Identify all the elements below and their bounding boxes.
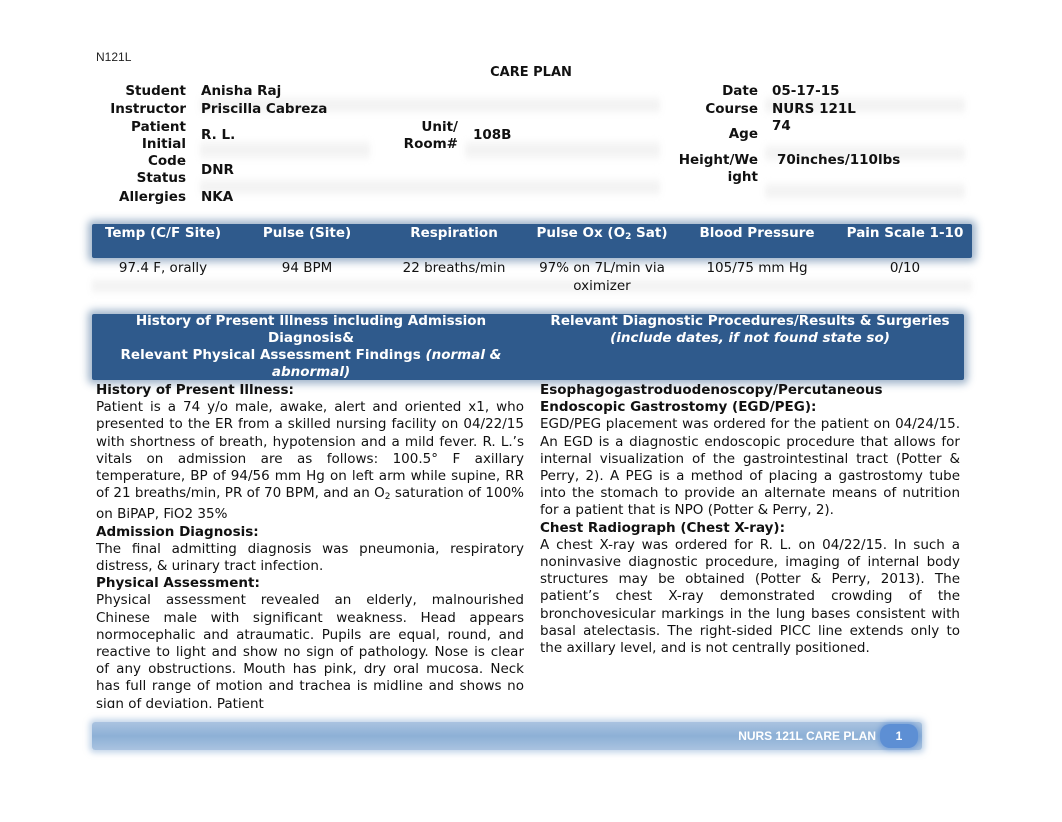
document-code: N121L [96, 50, 132, 64]
shade [200, 178, 660, 196]
date-value: 05-17-15 [772, 83, 840, 99]
hpi-title: History of Present Illness: [96, 382, 294, 398]
header-line: History of Present Illness including Adm… [135, 313, 487, 346]
instructor-label: Instructor [110, 101, 186, 117]
physical-assessment-title: Physical Assessment: [96, 575, 260, 592]
admission-diagnosis-text: The final admitting diagnosis was pneumo… [96, 540, 524, 575]
vitals-header-respiration: Respiration [410, 225, 498, 241]
header-text: Pulse Ox (O [536, 225, 626, 241]
vitals-value-bp: 105/75 mm Hg [706, 260, 808, 276]
age-value: 74 [772, 118, 791, 134]
page-number: 1 [880, 724, 918, 748]
right-column: Esophagogastroduodenoscopy/Percutaneous … [540, 382, 960, 657]
vitals-value-pulse: 94 BPM [281, 260, 333, 276]
vitals-value-temp: 97.4 F, orally [118, 260, 208, 276]
page-title: CARE PLAN [490, 65, 572, 80]
egd-text: EGD/PEG placement was ordered for the pa… [540, 416, 960, 519]
course-value: NURS 121L [772, 101, 856, 117]
unit-room-value: 108B [473, 127, 512, 143]
label-line: Height/We [678, 152, 758, 168]
vitals-header-temp: Temp (C/F Site) [104, 225, 222, 241]
egd-title: Esophagogastroduodenoscopy/Percutaneous … [540, 382, 883, 416]
admission-diagnosis-title: Admission Diagnosis: [96, 523, 259, 540]
header-line: Relevant Physical Assessment Findings (n… [96, 347, 526, 381]
student-label: Student [125, 83, 186, 99]
header-text: Sat) [631, 225, 668, 241]
course-label: Course [705, 101, 758, 117]
vitals-value-pulse-ox: 97% on 7L/min via oximizer [539, 260, 665, 294]
patient-initial-value: R. L. [201, 127, 236, 143]
physical-assessment-text: Physical assessment revealed an elderly,… [96, 592, 524, 708]
height-weight-label: Height/We ight [640, 152, 758, 186]
left-section-header: History of Present Illness including Adm… [96, 313, 526, 381]
instructor-value: Priscilla Cabreza [201, 101, 328, 117]
header-line: Relevant Diagnostic Procedures/Results &… [550, 313, 950, 329]
vitals-header-pain: Pain Scale 1-10 [846, 225, 964, 241]
date-label: Date [722, 83, 758, 99]
age-label: Age [728, 126, 758, 142]
unit-room-label: Unit/ Room# [360, 119, 458, 153]
label-line: Unit/ [421, 119, 458, 135]
student-value: Anisha Raj [201, 83, 282, 99]
left-column: History of Present Illness: Patient is a… [96, 382, 524, 708]
vitals-header-pulse-ox: Pulse Ox (O2 Sat) [528, 225, 676, 246]
footer-text: NURS 121L CARE PLAN [738, 729, 876, 743]
height-weight-value: 70inches/110lbs [777, 152, 901, 168]
label-line: Room# [403, 136, 458, 152]
code-status-value: DNR [201, 162, 234, 178]
patient-initial-label: Patient Initial [90, 119, 186, 153]
header-text: Relevant Physical Assessment Findings [120, 347, 426, 363]
vitals-value-respiration: 22 breaths/min [402, 260, 506, 276]
header-italic: (include dates, if not found state so) [610, 330, 890, 346]
shade [765, 182, 965, 200]
right-section-header: Relevant Diagnostic Procedures/Results &… [540, 313, 960, 347]
allergies-label: Allergies [119, 189, 186, 205]
label-line: Code [147, 153, 186, 169]
label-line: Patient [131, 119, 186, 135]
label-line: Initial [141, 136, 186, 152]
chest-xray-title: Chest Radiograph (Chest X-ray): [540, 519, 786, 536]
vitals-header-bp: Blood Pressure [699, 225, 815, 241]
allergies-value: NKA [201, 189, 234, 205]
chest-xray-text: A chest X-ray was ordered for R. L. on 0… [540, 536, 960, 657]
label-line: Status [136, 170, 186, 186]
code-status-label: Code Status [90, 153, 186, 187]
hpi-text: Patient is a 74 y/o male, awake, alert a… [96, 399, 524, 523]
vitals-value-pain: 0/10 [889, 260, 921, 276]
label-line: ight [727, 169, 758, 185]
vitals-header-pulse: Pulse (Site) [262, 225, 352, 241]
